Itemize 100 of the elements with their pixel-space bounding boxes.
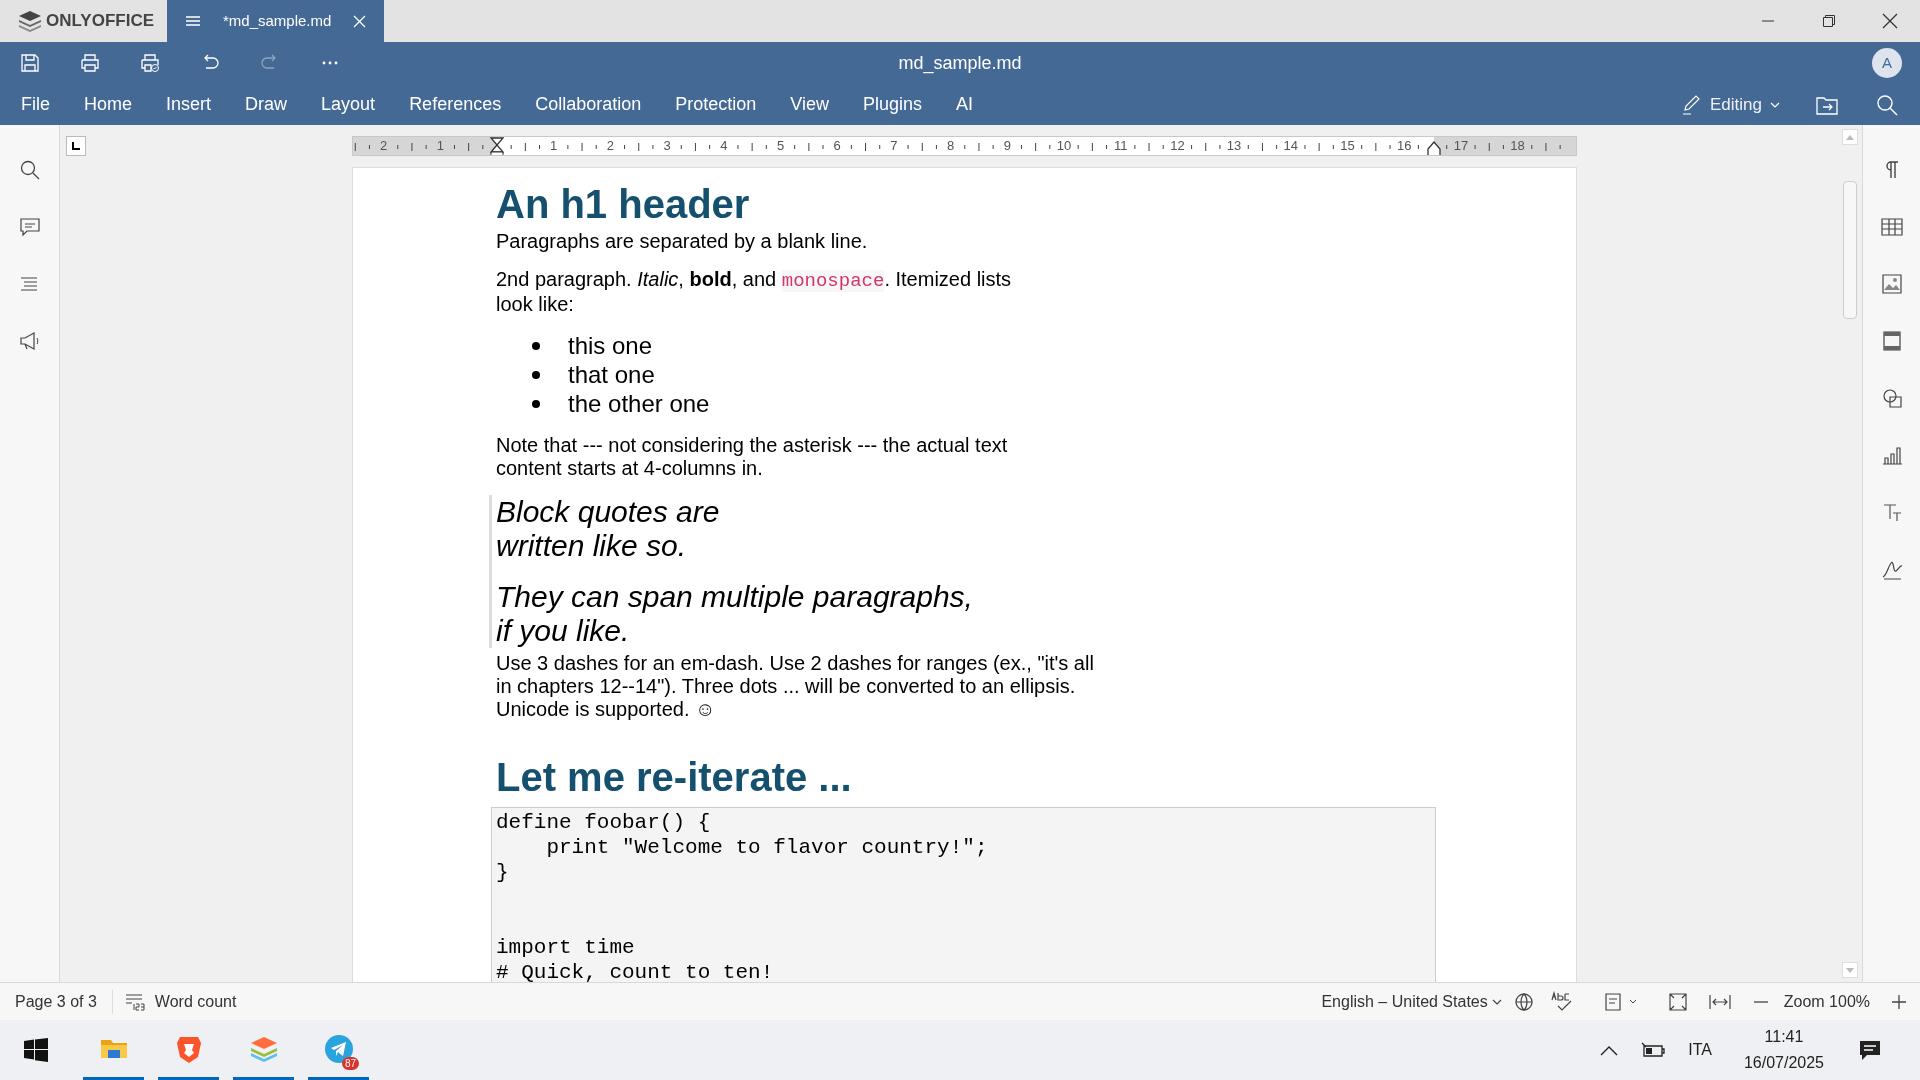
list-item: this one xyxy=(568,330,653,361)
editing-mode-button[interactable]: Editing xyxy=(1682,91,1780,118)
ruler-number: 18 xyxy=(1510,137,1525,155)
page-indicator[interactable]: Page 3 of 3 xyxy=(0,989,113,1014)
ruler-number: 12 xyxy=(1170,137,1185,155)
pencil-icon xyxy=(1682,94,1702,115)
down-arrow-icon xyxy=(1846,967,1854,973)
menu-tab[interactable]: Home xyxy=(67,87,150,122)
code-line: } xyxy=(496,860,510,885)
ruler-number: 14 xyxy=(1283,137,1299,155)
ruler-number: 5 xyxy=(776,137,785,155)
paragraph: Note that --- not considering the asterisk --- the actual text content starts at 4-columns in. xyxy=(496,434,1009,480)
up-arrow-icon xyxy=(1846,134,1854,140)
quick-print-icon[interactable] xyxy=(140,53,160,73)
menu-tab[interactable]: File xyxy=(4,87,67,122)
language-selector[interactable]: English – United States xyxy=(1321,989,1502,1014)
heading: An h1 header xyxy=(496,181,751,228)
chart-icon[interactable] xyxy=(1880,444,1903,466)
scrollbar-thumb[interactable] xyxy=(1843,181,1857,319)
spell-check-icon[interactable] xyxy=(1549,990,1574,1013)
comment-icon[interactable] xyxy=(18,216,41,238)
word-count-icon xyxy=(124,991,145,1012)
document-title: md_sample.md xyxy=(898,51,1022,76)
open-file-location-icon[interactable] xyxy=(1816,94,1838,115)
document-tab[interactable]: *md_sample.md xyxy=(167,0,385,42)
list-item: that one xyxy=(568,359,655,390)
menu-tab[interactable]: References xyxy=(392,87,519,122)
close-icon[interactable] xyxy=(1881,13,1898,29)
ruler-number: 8 xyxy=(947,137,955,155)
indent-marker-icon[interactable] xyxy=(490,137,504,155)
input-language[interactable]: ITA xyxy=(1688,1038,1712,1062)
bullet-icon xyxy=(532,399,540,408)
word-count-button[interactable]: Word count xyxy=(112,989,237,1014)
caret-icon xyxy=(1770,101,1780,108)
header-footer-icon[interactable] xyxy=(1880,330,1903,352)
menu-tab[interactable]: AI xyxy=(939,87,991,122)
ruler-number: 17 xyxy=(1453,137,1469,155)
ruler-number: 16 xyxy=(1396,137,1412,155)
table-icon[interactable] xyxy=(1880,216,1903,238)
ruler-number: 15 xyxy=(1340,137,1355,155)
code-line: print "Welcome to flavor country!"; xyxy=(545,835,989,860)
restore-icon[interactable] xyxy=(1821,14,1836,28)
ruler-number: 1 xyxy=(436,137,444,155)
menu-tab[interactable]: Insert xyxy=(149,87,229,122)
ruler[interactable]: 2 1 1 2 3 4 5 6 7 8 9 10 11 12 13 14 15 16 17 18 xyxy=(352,136,1577,156)
ruler-number: 7 xyxy=(890,137,898,155)
list-item: the other one xyxy=(568,388,710,419)
image-icon[interactable] xyxy=(1880,273,1903,295)
menu-tab[interactable]: Protection xyxy=(658,87,774,122)
left-tab-icon xyxy=(71,141,81,151)
zoom-in-icon[interactable] xyxy=(1890,992,1908,1011)
ruler-number: 11 xyxy=(1113,137,1128,155)
user-avatar[interactable]: A xyxy=(1872,48,1902,78)
code-line: import time xyxy=(496,935,636,960)
print-icon[interactable] xyxy=(80,53,100,73)
code-line: define foobar() { xyxy=(496,810,712,835)
ruler-number: 1 xyxy=(550,137,558,155)
paragraph: 2nd paragraph. Italic, bold, and monospace. Itemized lists look like: xyxy=(496,268,1013,316)
megaphone-icon[interactable] xyxy=(18,330,41,352)
menu-tab[interactable]: Layout xyxy=(304,87,393,122)
search-icon[interactable] xyxy=(18,159,41,181)
caret-icon xyxy=(1491,998,1502,1005)
menu-tab[interactable]: View xyxy=(773,87,846,122)
ruler-number: 9 xyxy=(1003,137,1011,155)
paragraph: Use 3 dashes for an em-dash. Use 2 dashes for ranges (ex., "it's all in chapters 12--14"). Three dots ... will be converted to an ellipsis. Unicode is supported. ☺ xyxy=(496,652,1095,721)
taskbar-app[interactable]: 87 xyxy=(308,1020,369,1080)
shape-icon[interactable] xyxy=(1880,387,1903,409)
zoom-level[interactable]: Zoom 100% xyxy=(1783,989,1870,1014)
ruler-number: 13 xyxy=(1226,137,1242,155)
logo-icon xyxy=(18,10,42,32)
notifications-icon[interactable] xyxy=(1858,1038,1882,1062)
clock-date[interactable]: 16/07/2025 xyxy=(1743,1050,1824,1076)
fit-page-icon[interactable] xyxy=(1667,991,1688,1012)
menu-tab[interactable]: Draw xyxy=(228,87,305,122)
bullet-icon xyxy=(532,370,540,379)
save-icon[interactable] xyxy=(20,53,40,73)
quote-paragraph: They can span multiple paragraphs, if you like. xyxy=(496,580,974,648)
ruler-number: 2 xyxy=(380,137,388,155)
track-changes-icon[interactable] xyxy=(1603,991,1638,1012)
menu-tab[interactable]: Plugins xyxy=(846,87,940,122)
app-logo-text: ONLYOFFICE xyxy=(46,10,154,33)
heading: Let me re-iterate ... xyxy=(496,754,853,801)
tab-stop-selector[interactable] xyxy=(66,136,86,156)
chevron-up-icon[interactable] xyxy=(1600,1044,1619,1056)
ruler-number: 4 xyxy=(720,137,728,155)
ruler-number: 10 xyxy=(1056,137,1072,155)
ruler-number: 3 xyxy=(663,137,671,155)
battery-icon[interactable] xyxy=(1640,1041,1667,1059)
ruler-number: 6 xyxy=(833,137,841,155)
clock-time[interactable]: 11:41 xyxy=(1764,1024,1804,1050)
quote-paragraph: Block quotes are written like so. xyxy=(496,495,721,563)
search-icon[interactable] xyxy=(1876,93,1898,116)
menu-icon[interactable] xyxy=(185,14,201,28)
ruler-number: 2 xyxy=(606,137,614,155)
paragraph: Paragraphs are separated by a blank line. xyxy=(496,230,869,253)
bullet-icon xyxy=(532,341,540,350)
notification-count: 87 xyxy=(341,1057,359,1070)
globe-icon[interactable] xyxy=(1513,991,1534,1012)
start-icon[interactable] xyxy=(24,1038,48,1062)
menu-tab[interactable]: Collaboration xyxy=(518,87,659,122)
